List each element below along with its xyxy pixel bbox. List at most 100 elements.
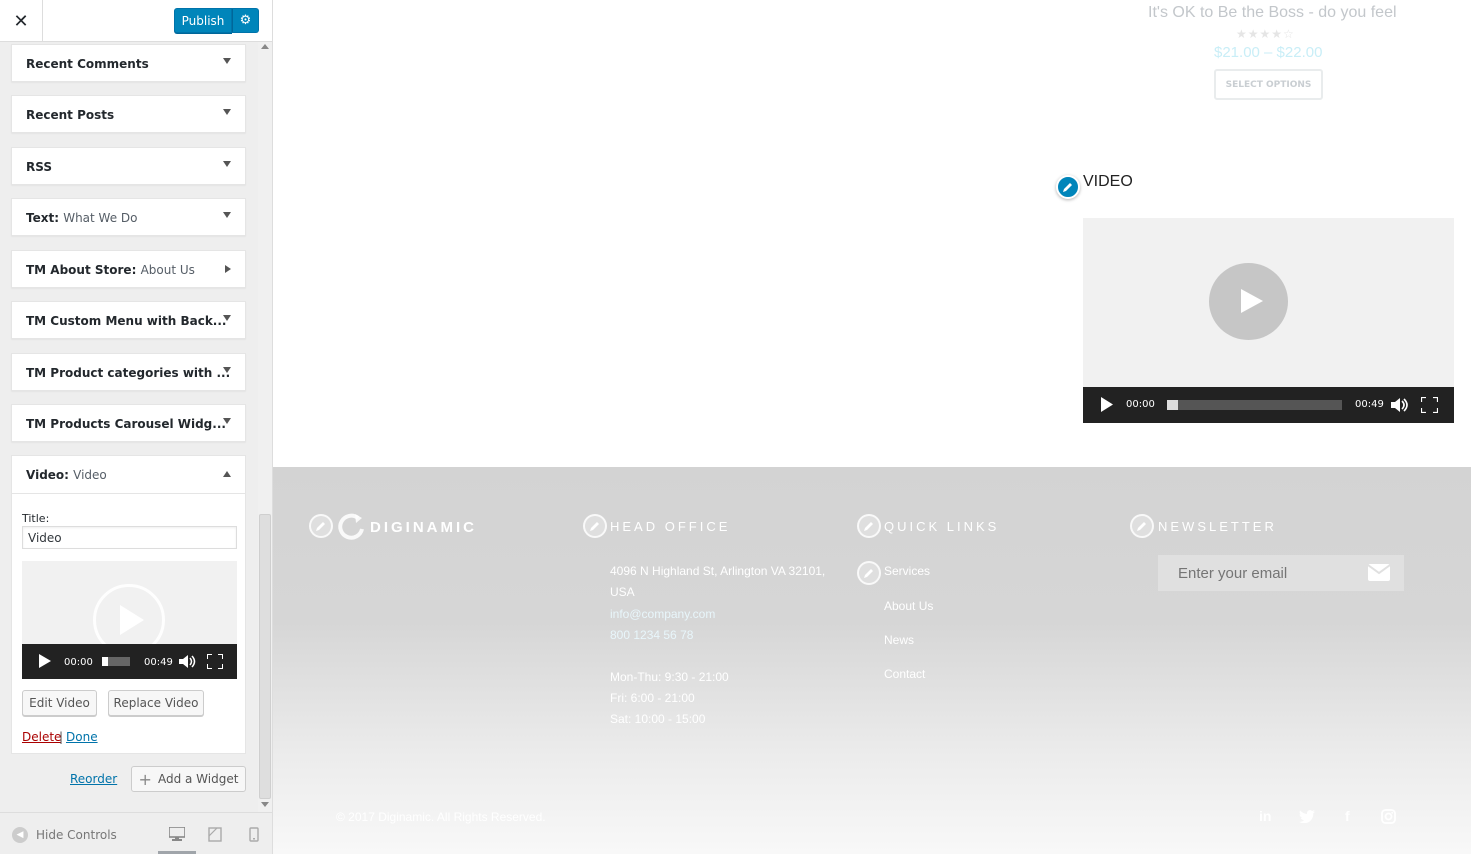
play-icon[interactable] bbox=[1101, 397, 1113, 412]
collapse-icon: ◀ bbox=[12, 827, 28, 843]
fullscreen-icon[interactable] bbox=[207, 654, 223, 669]
widget-recent-comments[interactable]: Recent Comments bbox=[11, 44, 246, 82]
edit-shortcut-menu[interactable] bbox=[857, 561, 881, 585]
scroll-down-icon[interactable] bbox=[261, 802, 269, 807]
publish-settings-button[interactable]: ⚙ bbox=[232, 8, 259, 33]
desktop-preview-icon[interactable] bbox=[168, 826, 186, 842]
gear-icon: ⚙ bbox=[239, 13, 252, 28]
widget-title: Text: What We Do bbox=[26, 211, 138, 225]
link-separator: | bbox=[59, 730, 64, 744]
edit-shortcut-head-office[interactable] bbox=[583, 514, 607, 538]
volume-icon[interactable] bbox=[179, 654, 197, 669]
play-icon bbox=[120, 605, 144, 635]
quick-link-contact[interactable]: Contact bbox=[884, 664, 925, 685]
video-current-time: 00:00 bbox=[1126, 399, 1155, 410]
select-options-button[interactable]: SELECT OPTIONS bbox=[1214, 69, 1323, 100]
quick-link-about-us[interactable]: About Us bbox=[884, 596, 933, 617]
linkedin-icon[interactable]: in bbox=[1259, 808, 1271, 824]
pencil-icon bbox=[590, 522, 599, 531]
chevron-down-icon[interactable] bbox=[223, 161, 231, 167]
video-progress-track[interactable] bbox=[102, 657, 130, 666]
widget-title: TM Product categories with ... bbox=[26, 366, 231, 380]
sidebar-scrollbar[interactable] bbox=[258, 42, 272, 812]
close-customizer-button[interactable]: ✕ bbox=[0, 0, 43, 42]
chevron-down-icon[interactable] bbox=[223, 58, 231, 64]
title-field-label: Title: bbox=[22, 512, 50, 525]
quick-link-services[interactable]: Services bbox=[884, 561, 930, 582]
widget-tm-product-categories[interactable]: TM Product categories with ... bbox=[11, 353, 246, 391]
edit-shortcut-logo[interactable] bbox=[309, 514, 333, 538]
contact-email-link[interactable]: info@company.com bbox=[610, 607, 715, 621]
edit-shortcut-video[interactable] bbox=[1056, 175, 1080, 199]
scroll-thumb[interactable] bbox=[259, 514, 271, 799]
hide-controls-label: Hide Controls bbox=[36, 828, 117, 842]
plus-icon: + bbox=[138, 769, 152, 789]
scroll-up-icon[interactable] bbox=[261, 44, 269, 49]
video-duration: 00:49 bbox=[144, 657, 173, 668]
done-link[interactable]: Done bbox=[66, 730, 98, 744]
customizer-footer: ◀ Hide Controls bbox=[0, 812, 272, 854]
quick-link-news[interactable]: News bbox=[884, 630, 914, 651]
instagram-icon[interactable] bbox=[1381, 809, 1396, 824]
widget-tm-about-store[interactable]: TM About Store: About Us bbox=[11, 250, 246, 288]
widget-video-preview[interactable]: 00:00 00:49 bbox=[22, 561, 237, 679]
pencil-icon bbox=[316, 522, 325, 531]
video-controls-bar: 00:00 00:49 bbox=[1083, 387, 1454, 423]
customizer-sidebar: ✕ Publish ⚙ Recent Comments Recent Posts… bbox=[0, 0, 273, 854]
facebook-icon[interactable]: f bbox=[1345, 808, 1350, 824]
widget-video-header[interactable]: Video: Video bbox=[12, 456, 245, 494]
chevron-right-icon[interactable] bbox=[225, 265, 231, 273]
edit-shortcut-quick-links[interactable] bbox=[857, 514, 881, 538]
add-widget-button[interactable]: + Add a Widget bbox=[131, 766, 246, 792]
delete-widget-link[interactable]: Delete bbox=[22, 730, 61, 744]
video-widget-heading: VIDEO bbox=[1083, 173, 1133, 190]
widget-recent-posts[interactable]: Recent Posts bbox=[11, 95, 246, 133]
video-progress-track[interactable] bbox=[1167, 400, 1342, 410]
envelope-icon[interactable] bbox=[1368, 564, 1390, 581]
play-icon[interactable] bbox=[39, 654, 51, 668]
widget-text-what-we-do[interactable]: Text: What We Do bbox=[11, 198, 246, 236]
pencil-icon bbox=[864, 522, 873, 531]
reorder-link[interactable]: Reorder bbox=[70, 772, 117, 786]
address-line-1: 4096 N Highland St, Arlington VA 32101, bbox=[610, 564, 826, 578]
hours-line-1: Mon-Thu: 9:30 - 21:00 bbox=[610, 670, 729, 684]
video-player[interactable]: 00:00 00:49 bbox=[1083, 218, 1454, 423]
product-title[interactable]: It's OK to Be the Boss - do you feel bbox=[1148, 4, 1397, 22]
chevron-down-icon[interactable] bbox=[223, 315, 231, 321]
edit-shortcut-newsletter[interactable] bbox=[1130, 514, 1154, 538]
mobile-preview-icon[interactable] bbox=[245, 826, 263, 842]
copyright-text: © 2017 Diginamic. All Rights Reserved. bbox=[336, 810, 546, 824]
widget-tm-custom-menu[interactable]: TM Custom Menu with Back... bbox=[11, 301, 246, 339]
publish-button[interactable]: Publish bbox=[174, 8, 232, 33]
fullscreen-icon[interactable] bbox=[1421, 397, 1438, 413]
newsletter-heading: NEWSLETTER bbox=[1158, 519, 1277, 534]
chevron-down-icon[interactable] bbox=[223, 367, 231, 373]
widget-title: TM Custom Menu with Back... bbox=[26, 314, 227, 328]
video-current-time: 00:00 bbox=[64, 657, 93, 668]
widget-title: Recent Comments bbox=[26, 57, 149, 71]
chevron-down-icon[interactable] bbox=[223, 212, 231, 218]
play-icon bbox=[1241, 289, 1263, 313]
head-office-heading: HEAD OFFICE bbox=[610, 519, 731, 534]
close-icon: ✕ bbox=[13, 10, 29, 32]
pencil-icon bbox=[1137, 522, 1146, 531]
pencil-icon bbox=[1063, 183, 1072, 192]
chevron-down-icon[interactable] bbox=[223, 418, 231, 424]
title-input[interactable] bbox=[22, 526, 237, 549]
widget-video-expanded: Video: Video Title: 00:00 00:49 Edit Vid… bbox=[11, 455, 246, 754]
widget-tm-products-carousel[interactable]: TM Products Carousel Widg... bbox=[11, 404, 246, 442]
address-line-2: USA bbox=[610, 585, 635, 599]
hours-line-3: Sat: 10:00 - 15:00 bbox=[610, 712, 706, 726]
chevron-up-icon[interactable] bbox=[223, 471, 231, 477]
hide-controls-button[interactable]: ◀ Hide Controls bbox=[12, 827, 117, 843]
chevron-down-icon[interactable] bbox=[223, 109, 231, 115]
site-preview: It's OK to Be the Boss - do you feel ★★★… bbox=[273, 0, 1471, 854]
replace-video-button[interactable]: Replace Video bbox=[108, 690, 204, 716]
edit-video-button[interactable]: Edit Video bbox=[22, 690, 97, 716]
tablet-preview-icon[interactable] bbox=[206, 826, 224, 842]
widget-rss[interactable]: RSS bbox=[11, 147, 246, 185]
site-logo-text[interactable]: DIGINAMIC bbox=[370, 519, 477, 536]
twitter-icon[interactable] bbox=[1299, 810, 1315, 823]
contact-phone[interactable]: 800 1234 56 78 bbox=[610, 628, 693, 642]
volume-icon[interactable] bbox=[1391, 397, 1411, 413]
